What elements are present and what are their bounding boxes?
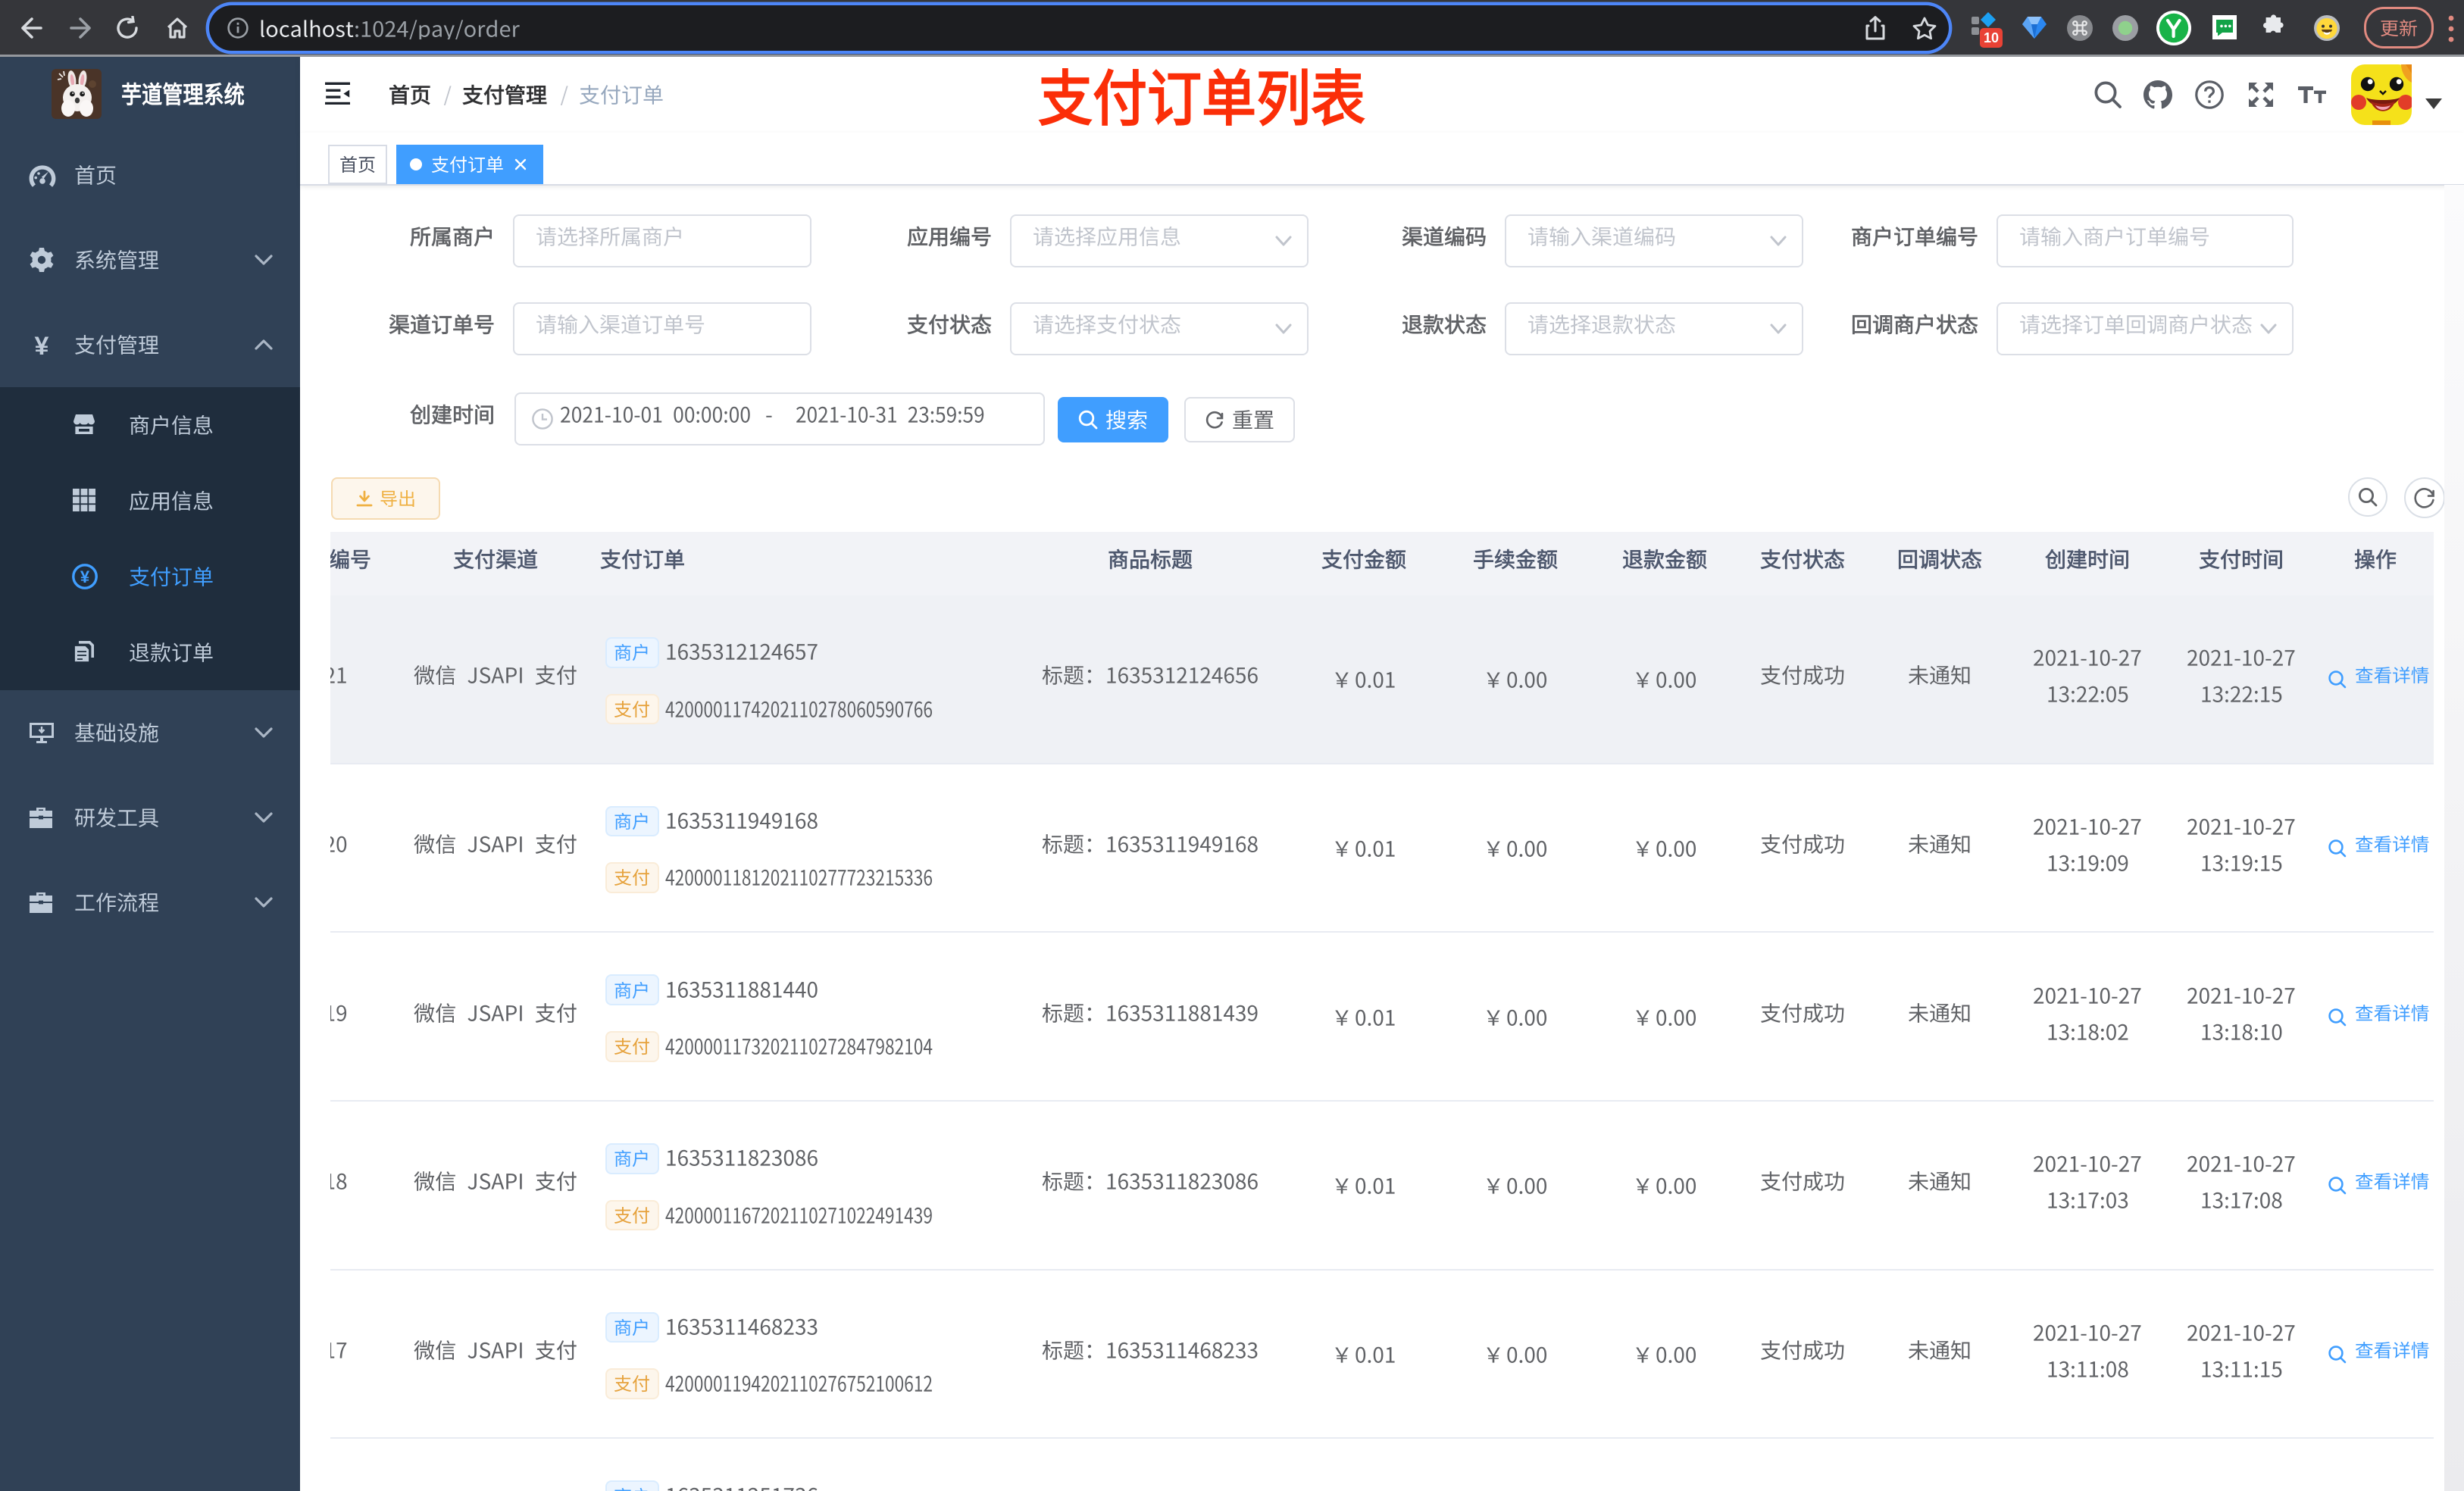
svg-text:¥: ¥ [35,332,49,359]
svg-text:¥: ¥ [80,567,90,586]
